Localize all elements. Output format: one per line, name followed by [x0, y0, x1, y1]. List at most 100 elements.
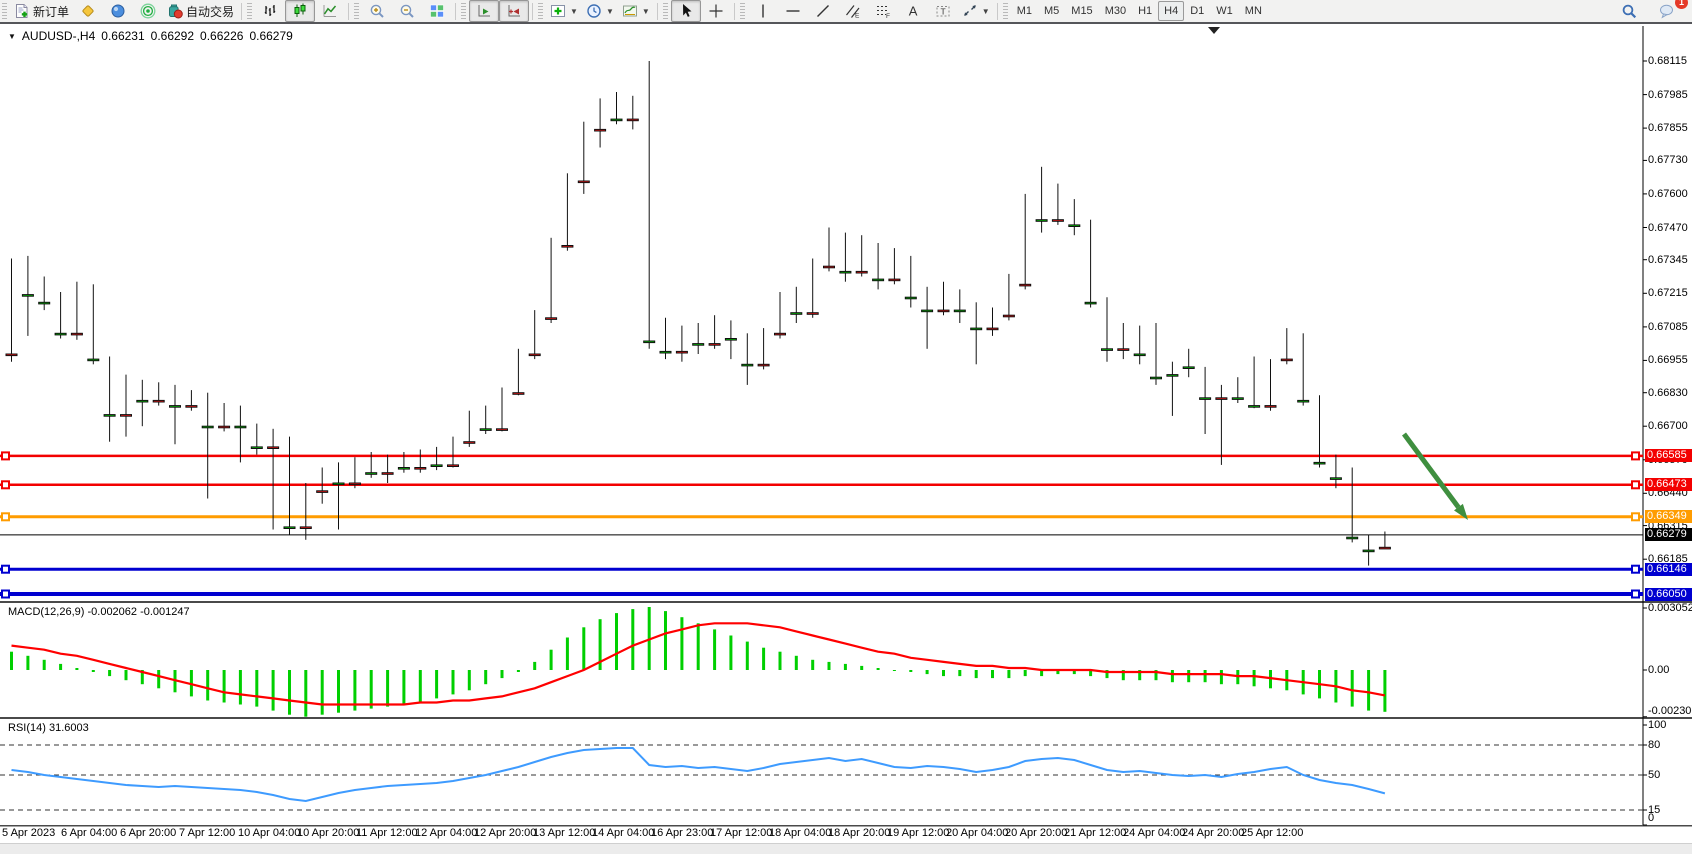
- templates-button[interactable]: ▼: [618, 0, 654, 22]
- chevron-down-icon[interactable]: ▼: [642, 7, 650, 16]
- candle-body: [317, 491, 328, 493]
- new-order-button[interactable]: 新订单: [10, 0, 73, 22]
- candle-body: [1151, 377, 1162, 379]
- line-handle[interactable]: [1632, 566, 1639, 573]
- bar-chart-button[interactable]: [255, 0, 285, 22]
- chevron-down-icon[interactable]: ▼: [8, 32, 16, 41]
- rsi-axis-label: 80: [1648, 739, 1660, 751]
- arrows-button[interactable]: ▼: [958, 0, 994, 22]
- price-axis-label: 0.67600: [1648, 188, 1688, 200]
- line-handle[interactable]: [2, 513, 9, 520]
- line-handle[interactable]: [1632, 452, 1639, 459]
- candlestick-chart-button[interactable]: [285, 0, 315, 22]
- line-handle[interactable]: [2, 591, 9, 598]
- cursor-button[interactable]: [671, 0, 701, 22]
- crosshair-button[interactable]: [701, 0, 731, 22]
- chart-style-icon: [80, 3, 96, 19]
- ohlc-low: 0.66226: [200, 29, 243, 43]
- text-button[interactable]: A: [898, 0, 928, 22]
- toolbar-grip: [354, 3, 359, 19]
- toolbar-separator: [532, 3, 533, 20]
- notifications-button[interactable]: 1: [1652, 0, 1682, 22]
- styler-button[interactable]: [73, 0, 103, 22]
- candle-body: [611, 119, 622, 121]
- textlabel-icon: T: [935, 3, 951, 19]
- zoom-out-icon: [399, 3, 415, 19]
- autotrading-button[interactable]: 自动交易: [163, 0, 238, 22]
- candle-body: [1379, 547, 1390, 549]
- auto-scroll-button[interactable]: [469, 0, 499, 22]
- timeframe-m15-button[interactable]: M15: [1065, 1, 1098, 21]
- toolbar-separator: [657, 3, 658, 20]
- time-axis-label: 11 Apr 12:00: [356, 827, 418, 839]
- timeframe-mn-button[interactable]: MN: [1239, 1, 1268, 21]
- time-axis-label: 21 Apr 12:00: [1064, 827, 1126, 839]
- bars-icon: [262, 3, 278, 19]
- vertical-line-button[interactable]: [748, 0, 778, 22]
- chevron-down-icon[interactable]: ▼: [606, 7, 614, 16]
- candle-body: [431, 465, 442, 467]
- equidistant-channel-button[interactable]: E: [838, 0, 868, 22]
- candle-body: [170, 406, 181, 408]
- community-button[interactable]: [103, 0, 133, 22]
- indicators-icon: [550, 3, 566, 19]
- svg-text:E: E: [855, 13, 860, 20]
- timeframe-h4-button[interactable]: H4: [1158, 1, 1184, 21]
- periods-button[interactable]: ▼: [582, 0, 618, 22]
- chart-window[interactable]: ▼ AUDUSD-,H4 0.66231 0.66292 0.66226 0.6…: [0, 0, 1692, 853]
- chart-shift-button[interactable]: [499, 0, 529, 22]
- chevron-down-icon[interactable]: ▼: [982, 7, 990, 16]
- tile-windows-button[interactable]: [422, 0, 452, 22]
- candle-body: [71, 333, 82, 335]
- timeframe-w1-button[interactable]: W1: [1210, 1, 1239, 21]
- toolbar-separator: [241, 3, 242, 20]
- line-handle[interactable]: [1632, 591, 1639, 598]
- timeframe-h1-button[interactable]: H1: [1132, 1, 1158, 21]
- macd-axis-label: 0.003052: [1648, 602, 1692, 614]
- timeframe-m1-button[interactable]: M1: [1011, 1, 1038, 21]
- toolbar-grip: [247, 3, 252, 19]
- indicators-button[interactable]: ▼: [546, 0, 582, 22]
- fibonacci-button[interactable]: F: [868, 0, 898, 22]
- toolbar-grip: [2, 3, 7, 19]
- candle-body: [448, 465, 459, 467]
- pane-separator[interactable]: [0, 601, 1692, 603]
- candle-body: [1347, 537, 1358, 539]
- time-axis-label: 17 Apr 12:00: [710, 827, 772, 839]
- svg-text:A: A: [909, 4, 918, 19]
- candle-body: [938, 310, 949, 312]
- candle-body: [300, 527, 311, 529]
- text-label-button[interactable]: T: [928, 0, 958, 22]
- timeframe-d1-button[interactable]: D1: [1184, 1, 1210, 21]
- line-handle[interactable]: [1632, 481, 1639, 488]
- line-chart-button[interactable]: [315, 0, 345, 22]
- signals-button[interactable]: [133, 0, 163, 22]
- line-handle[interactable]: [1632, 513, 1639, 520]
- community-icon: [110, 3, 126, 19]
- timeframe-m5-button[interactable]: M5: [1038, 1, 1065, 21]
- line-handle[interactable]: [2, 452, 9, 459]
- candle-body: [349, 483, 360, 485]
- toolbar-separator: [348, 3, 349, 20]
- candle-body: [1200, 398, 1211, 400]
- line-handle[interactable]: [2, 566, 9, 573]
- candle-body: [104, 415, 115, 417]
- chevron-down-icon[interactable]: ▼: [570, 7, 578, 16]
- candle-body: [709, 344, 720, 346]
- trendline-button[interactable]: [808, 0, 838, 22]
- arrow-annotation[interactable]: [1404, 434, 1458, 507]
- chart-canvas[interactable]: [0, 0, 1692, 853]
- time-axis-label: 24 Apr 04:00: [1123, 827, 1185, 839]
- zoom-out-button[interactable]: [392, 0, 422, 22]
- pane-separator[interactable]: [0, 717, 1692, 719]
- horizontal-line-button[interactable]: [778, 0, 808, 22]
- candle-body: [121, 415, 132, 417]
- candle-body: [1003, 315, 1014, 317]
- search-button[interactable]: [1614, 0, 1644, 22]
- price-level-tag: 0.66585: [1645, 449, 1692, 462]
- zoom-in-button[interactable]: [362, 0, 392, 22]
- timeframe-m30-button[interactable]: M30: [1099, 1, 1132, 21]
- line-handle[interactable]: [2, 481, 9, 488]
- toolbar-grip: [538, 3, 543, 19]
- rsi-axis-label: 100: [1648, 719, 1666, 731]
